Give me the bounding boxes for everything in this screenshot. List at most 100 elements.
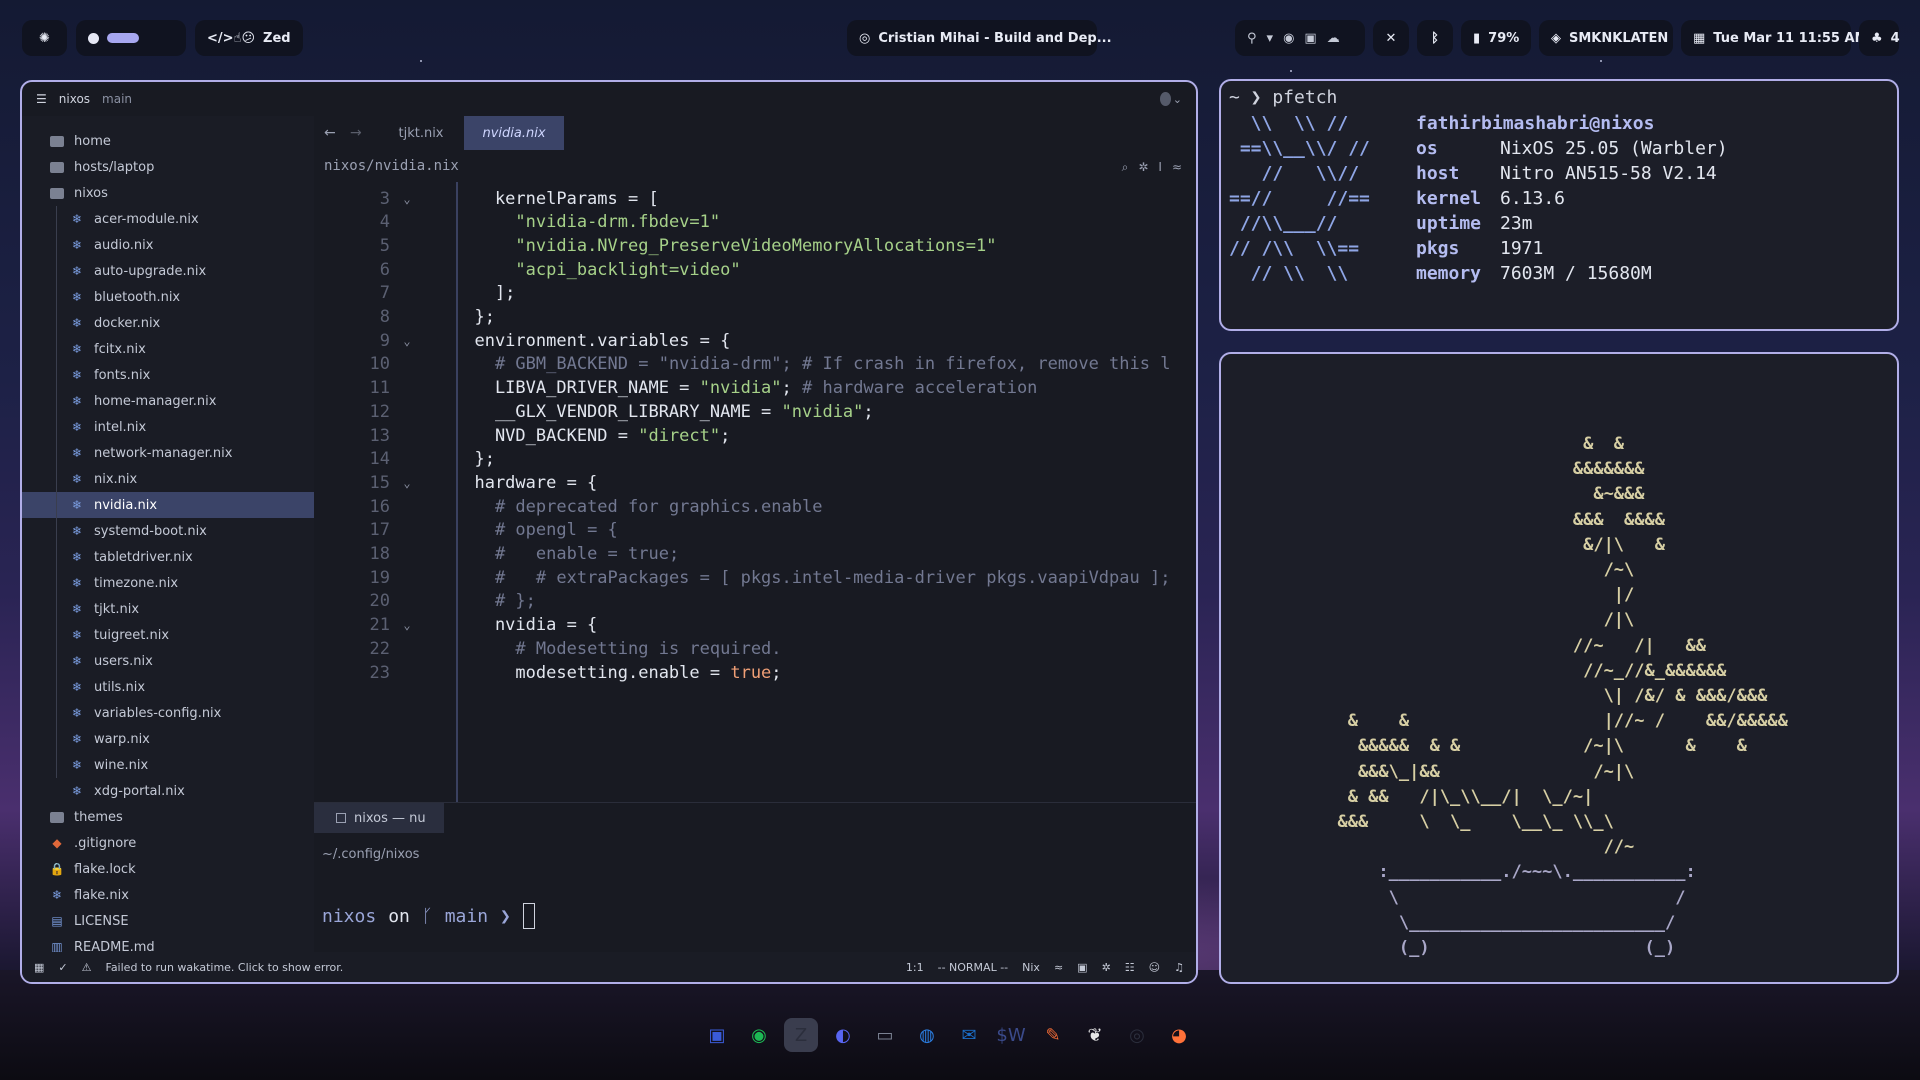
tree-item[interactable]: ❄ nvidia.nix bbox=[22, 492, 314, 518]
leaf-icon[interactable]: ❦ bbox=[1078, 1018, 1112, 1052]
zed-icon[interactable]: Z bbox=[784, 1018, 818, 1052]
search-icon[interactable]: ⌕ bbox=[1122, 160, 1129, 175]
tree-item[interactable]: ◆ .gitignore bbox=[22, 830, 314, 856]
window-icon[interactable]: ▣ bbox=[1304, 32, 1316, 45]
wifi-tray-icon[interactable]: ▾ bbox=[1267, 32, 1274, 45]
sync-icon[interactable]: ◉ bbox=[1283, 32, 1294, 45]
tree-item[interactable]: ❄ utils.nix bbox=[22, 674, 314, 700]
volume-button[interactable]: ✕ bbox=[1373, 20, 1409, 56]
breadcrumb[interactable]: nixos/nvidia.nix bbox=[324, 158, 459, 174]
workspace-dot[interactable] bbox=[88, 32, 99, 44]
tree-item[interactable]: ❄ nix.nix bbox=[22, 466, 314, 492]
collab-icon[interactable]: ☺ bbox=[1149, 961, 1160, 974]
menu-icon[interactable]: ☰ bbox=[36, 93, 47, 105]
fold-chevron-icon[interactable]: ⌄ bbox=[390, 192, 424, 206]
tree-item[interactable]: ❄ xdg-portal.nix bbox=[22, 778, 314, 804]
workspaces[interactable] bbox=[76, 20, 186, 56]
tree-item[interactable]: ❄ fonts.nix bbox=[22, 362, 314, 388]
fold-chevron-icon[interactable]: ⌄ bbox=[390, 334, 424, 348]
tree-item[interactable]: ❄ audio.nix bbox=[22, 232, 314, 258]
fold-chevron-icon[interactable]: ⌄ bbox=[390, 618, 424, 632]
battery[interactable]: ▮ 79% bbox=[1461, 20, 1531, 56]
pfetch-terminal[interactable]: ~ ❯ pfetch \\ \\ // ==\\__\\/ // // \\//… bbox=[1219, 79, 1899, 331]
workspace-active[interactable] bbox=[107, 33, 139, 43]
cursor-icon[interactable]: I bbox=[1158, 160, 1162, 175]
branch-name[interactable]: main bbox=[102, 92, 132, 106]
tree-item[interactable]: ❄ network-manager.nix bbox=[22, 440, 314, 466]
tree-item[interactable]: ❄ tuigreet.nix bbox=[22, 622, 314, 648]
code-line[interactable]: 23 modesetting.enable = true; bbox=[314, 658, 1196, 687]
outline-icon[interactable]: ☷ bbox=[1125, 961, 1135, 974]
language[interactable]: Nix bbox=[1022, 961, 1040, 974]
settings-icon[interactable]: ≈ bbox=[1172, 160, 1182, 175]
firefox-icon[interactable]: ◕ bbox=[1162, 1018, 1196, 1052]
tree-item[interactable]: ▤ LICENSE bbox=[22, 908, 314, 934]
tree-item[interactable]: ❄ fcitx.nix bbox=[22, 336, 314, 362]
tab-nvidia[interactable]: nvidia.nix bbox=[464, 116, 564, 150]
project-name[interactable]: nixos bbox=[59, 92, 90, 106]
code-token: # opengl = { bbox=[494, 520, 618, 541]
tree-item[interactable]: ❄ systemd-boot.nix bbox=[22, 518, 314, 544]
circle-icon[interactable]: ◎ bbox=[1120, 1018, 1154, 1052]
user-menu[interactable]: ⌄ bbox=[1160, 90, 1182, 108]
spotify-icon[interactable]: ◉ bbox=[742, 1018, 776, 1052]
notifications[interactable]: ♣ 4 bbox=[1859, 20, 1900, 56]
tree-item[interactable]: ❄ acer-module.nix bbox=[22, 206, 314, 232]
code-editor[interactable]: 3 ⌄ kernelParams = [4 "nvidia-drm.fbdev=1… bbox=[314, 182, 1196, 802]
line-number: 23 bbox=[369, 662, 390, 683]
media-player[interactable]: ◎ Cristian Mihai - Build and Dep... bbox=[847, 20, 1112, 56]
thunderbird-icon[interactable]: ✉ bbox=[952, 1018, 986, 1052]
tree-item[interactable]: ❄ auto-upgrade.nix bbox=[22, 258, 314, 284]
cloud-icon[interactable]: ☁ bbox=[1327, 32, 1340, 45]
tree-item[interactable]: ❄ docker.nix bbox=[22, 310, 314, 336]
tree-item[interactable]: ❄ timezone.nix bbox=[22, 570, 314, 596]
terminal-icon[interactable]: ▣ bbox=[700, 1018, 734, 1052]
wifi[interactable]: ◈ SMKNKLATEN bbox=[1539, 20, 1673, 56]
battery-icon: ▮ bbox=[1473, 30, 1481, 46]
tree-item[interactable]: 🔒 flake.lock bbox=[22, 856, 314, 882]
assistant-icon[interactable]: ✲ bbox=[1102, 961, 1111, 974]
code-token: }; bbox=[454, 449, 495, 470]
tree-item[interactable]: ❄ tabletdriver.nix bbox=[22, 544, 314, 570]
tree-item[interactable]: nixos bbox=[22, 180, 314, 206]
browser-icon[interactable]: ◍ bbox=[910, 1018, 944, 1052]
tree-item-label: users.nix bbox=[94, 653, 153, 669]
tree-item[interactable]: ❄ warp.nix bbox=[22, 726, 314, 752]
files-icon[interactable]: ▭ bbox=[868, 1018, 902, 1052]
usb-icon[interactable]: ⚲ bbox=[1247, 32, 1257, 45]
launcher-button[interactable]: ✺ bbox=[22, 20, 67, 56]
bluetooth-button[interactable]: ᛒ bbox=[1417, 20, 1453, 56]
terminal-panel[interactable]: nixos — nu ~/.config/nixos nixos on ᚴ ma… bbox=[314, 802, 1196, 952]
terminal-prompt[interactable]: nixos on ᚴ main ❯ bbox=[322, 903, 535, 929]
tree-item[interactable]: ❄ wine.nix bbox=[22, 752, 314, 778]
sidebar-toggle-icon[interactable]: ▦ bbox=[34, 961, 44, 974]
sw-icon[interactable]: $W bbox=[994, 1018, 1028, 1052]
ascii-art-terminal[interactable]: & & &&&&&&& &~&&& &&& &&&& &/|\ & /~\ |/… bbox=[1219, 352, 1899, 984]
tree-item[interactable]: ❄ users.nix bbox=[22, 648, 314, 674]
tree-item[interactable]: ❄ home-manager.nix bbox=[22, 388, 314, 414]
tree-item[interactable]: ❄ variables-config.nix bbox=[22, 700, 314, 726]
bell-icon[interactable]: ♫ bbox=[1174, 961, 1184, 974]
check-icon[interactable]: ✓ bbox=[58, 961, 67, 974]
copilot-icon[interactable]: ≈ bbox=[1054, 961, 1063, 974]
tree-item[interactable]: themes bbox=[22, 804, 314, 830]
tab-tjkt[interactable]: tjkt.nix bbox=[378, 116, 464, 150]
nix-file-icon: ❄ bbox=[71, 706, 83, 720]
tree-item[interactable]: ❄ tjkt.nix bbox=[22, 596, 314, 622]
forward-icon[interactable]: → bbox=[350, 125, 362, 141]
cursor-position[interactable]: 1:1 bbox=[906, 961, 924, 974]
diagnostics-icon[interactable]: ▣ bbox=[1077, 961, 1087, 974]
tree-item[interactable]: hosts/laptop bbox=[22, 154, 314, 180]
tree-item[interactable]: ❄ intel.nix bbox=[22, 414, 314, 440]
fold-chevron-icon[interactable]: ⌄ bbox=[390, 476, 424, 490]
status-message[interactable]: Failed to run wakatime. Click to show er… bbox=[106, 961, 344, 974]
discord-icon[interactable]: ◐ bbox=[826, 1018, 860, 1052]
back-icon[interactable]: ← bbox=[324, 125, 336, 141]
tree-item[interactable]: ❄ bluetooth.nix bbox=[22, 284, 314, 310]
brush-icon[interactable]: ✎ bbox=[1036, 1018, 1070, 1052]
assist-icon[interactable]: ✲ bbox=[1138, 160, 1148, 175]
tree-item[interactable]: home bbox=[22, 128, 314, 154]
terminal-tab[interactable]: nixos — nu bbox=[314, 803, 444, 833]
clock[interactable]: ▦ Tue Mar 11 11:55 AM bbox=[1681, 20, 1868, 56]
tree-item[interactable]: ❄ flake.nix bbox=[22, 882, 314, 908]
